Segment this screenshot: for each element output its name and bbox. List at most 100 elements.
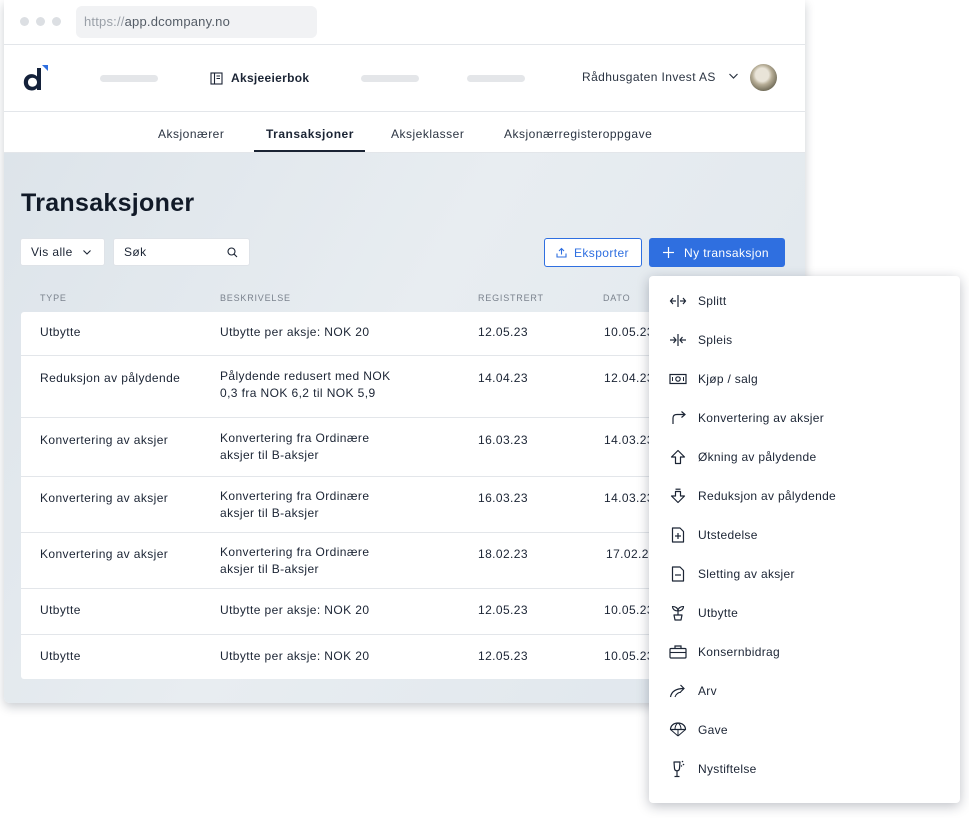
cell-description: Konvertering fra Ordinære aksjer til B-ak…: [220, 544, 420, 578]
cell-registered: 12.05.23: [478, 649, 528, 663]
menu-item-utbytte[interactable]: Utbytte: [649, 598, 960, 628]
menu-item-reduksjon[interactable]: Reduksjon av pålydende: [649, 481, 960, 511]
search-input[interactable]: [124, 239, 224, 265]
menu-item-label: Konsernbidrag: [698, 645, 780, 659]
cell-type: Konvertering av aksjer: [40, 547, 169, 561]
parachute-icon: [669, 721, 687, 739]
cell-date: 10.05.23: [604, 649, 654, 663]
plus-icon: [663, 247, 674, 258]
page-title: Transaksjoner: [21, 189, 195, 217]
cell-description-line2: 0,3 fra NOK 6,2 til NOK 5,9: [220, 386, 376, 400]
column-header-registered[interactable]: Registrert: [478, 293, 544, 303]
column-header-date[interactable]: Dato: [603, 293, 630, 303]
cell-type: Utbytte: [40, 603, 81, 617]
menu-item-label: Spleis: [698, 333, 733, 347]
chevron-down-icon[interactable]: [728, 72, 739, 80]
redirect-arrow-icon: [669, 409, 687, 427]
new-transaction-label: Ny transaksjon: [684, 245, 769, 260]
url-bar[interactable]: https://app.dcompany.no: [76, 6, 317, 38]
menu-item-nystiftelse[interactable]: Nystiftelse: [649, 754, 960, 784]
cell-registered: 14.04.23: [478, 371, 528, 385]
search-icon: [227, 247, 238, 258]
file-minus-icon: [669, 565, 687, 583]
cell-description-line1: Utbytte per aksje: NOK 20: [220, 649, 370, 663]
menu-item-label: Utbytte: [698, 606, 739, 620]
book-icon: [210, 71, 223, 85]
cell-description: Konvertering fra Ordinære aksjer til B-ak…: [220, 430, 420, 464]
tab-aksjonaerregisteroppgave[interactable]: Aksjonærregisteroppgave: [504, 127, 652, 141]
company-name[interactable]: Rådhusgaten Invest AS: [582, 70, 716, 84]
tab-transaksjoner[interactable]: Transaksjoner: [266, 127, 354, 141]
nav-aksjeeierbok[interactable]: Aksjeeierbok: [210, 70, 309, 86]
sprout-icon: [669, 604, 687, 622]
menu-item-spleis[interactable]: Spleis: [649, 325, 960, 355]
menu-item-label: Reduksjon av pålydende: [698, 489, 837, 503]
menu-item-kjop-salg[interactable]: Kjøp / salg: [649, 364, 960, 394]
active-tab-indicator: [254, 150, 365, 152]
top-navigation: Aksjeeierbok Rådhusgaten Invest AS: [4, 45, 805, 112]
menu-item-splitt[interactable]: Splitt: [649, 286, 960, 316]
export-button[interactable]: Eksporter: [544, 238, 642, 267]
filter-label: Vis alle: [31, 245, 73, 259]
avatar[interactable]: [750, 64, 777, 91]
cell-type: Reduksjon av pålydende: [40, 371, 181, 385]
browser-chrome: https://app.dcompany.no: [4, 0, 805, 45]
menu-item-konsernbidrag[interactable]: Konsernbidrag: [649, 637, 960, 667]
cell-description: Utbytte per aksje: NOK 20: [220, 602, 420, 619]
cell-type: Konvertering av aksjer: [40, 433, 169, 447]
cell-registered: 12.05.23: [478, 325, 528, 339]
menu-item-gave[interactable]: Gave: [649, 715, 960, 745]
nav-placeholder-2[interactable]: [361, 75, 419, 82]
cell-registered: 12.05.23: [478, 603, 528, 617]
cell-description: Konvertering fra Ordinære aksjer til B-ak…: [220, 488, 420, 522]
column-header-description[interactable]: Beskrivelse: [220, 293, 291, 303]
nav-placeholder-1[interactable]: [100, 75, 158, 82]
menu-item-arv[interactable]: Arv: [649, 676, 960, 706]
briefcase-icon: [669, 643, 687, 661]
cell-registered: 16.03.23: [478, 491, 528, 505]
cell-description-line1: Konvertering fra Ordinære: [220, 431, 370, 445]
column-header-type[interactable]: Type: [40, 293, 67, 303]
tab-aksjeklasser[interactable]: Aksjeklasser: [391, 127, 464, 141]
banknote-icon: [669, 370, 687, 388]
url-scheme: https://: [84, 14, 125, 29]
cell-date: 14.03.23: [604, 491, 654, 505]
transaction-type-menu: Splitt Spleis Kjøp / salg Konvertering a…: [649, 276, 960, 803]
url-host: app.dcompany.no: [124, 14, 231, 29]
menu-item-utstedelse[interactable]: Utstedelse: [649, 520, 960, 550]
dcompany-logo[interactable]: [19, 61, 53, 95]
upload-icon: [556, 247, 567, 258]
cell-description-line1: Pålydende redusert med NOK: [220, 369, 391, 383]
chevron-down-icon: [83, 250, 91, 255]
cell-date: 10.05.23: [604, 603, 654, 617]
tab-aksjonaerer[interactable]: Aksjonærer: [158, 127, 224, 141]
file-plus-icon: [669, 526, 687, 544]
menu-item-label: Nystiftelse: [698, 762, 757, 776]
menu-item-label: Konvertering av aksjer: [698, 411, 824, 425]
new-transaction-button[interactable]: Ny transaksjon: [649, 238, 785, 267]
cell-description: Utbytte per aksje: NOK 20: [220, 324, 420, 341]
filter-dropdown[interactable]: Vis alle: [20, 238, 105, 266]
forward-arrow-icon: [669, 682, 687, 700]
search-field[interactable]: [113, 238, 250, 266]
menu-item-label: Utstedelse: [698, 528, 758, 542]
cell-registered: 18.02.23: [478, 547, 528, 561]
menu-item-label: Splitt: [698, 294, 727, 308]
cell-description-line1: Utbytte per aksje: NOK 20: [220, 603, 370, 617]
cell-description-line1: Konvertering fra Ordinære: [220, 545, 370, 559]
window-close-dot[interactable]: [20, 17, 29, 26]
menu-item-okning[interactable]: Økning av pålydende: [649, 442, 960, 472]
window-minimize-dot[interactable]: [36, 17, 45, 26]
cell-description: Pålydende redusert med NOK 0,3 fra NOK 6,…: [220, 368, 420, 402]
cell-type: Konvertering av aksjer: [40, 491, 169, 505]
window-maximize-dot[interactable]: [52, 17, 61, 26]
sub-navigation: Aksjonærer Transaksjoner Aksjeklasser Ak…: [4, 112, 805, 153]
menu-item-konvertering[interactable]: Konvertering av aksjer: [649, 403, 960, 433]
export-label: Eksporter: [574, 245, 629, 260]
arrow-down-icon: [669, 487, 687, 505]
menu-item-sletting[interactable]: Sletting av aksjer: [649, 559, 960, 589]
menu-item-label: Sletting av aksjer: [698, 567, 795, 581]
split-icon: [669, 292, 687, 310]
cell-registered: 16.03.23: [478, 433, 528, 447]
nav-placeholder-3[interactable]: [467, 75, 525, 82]
